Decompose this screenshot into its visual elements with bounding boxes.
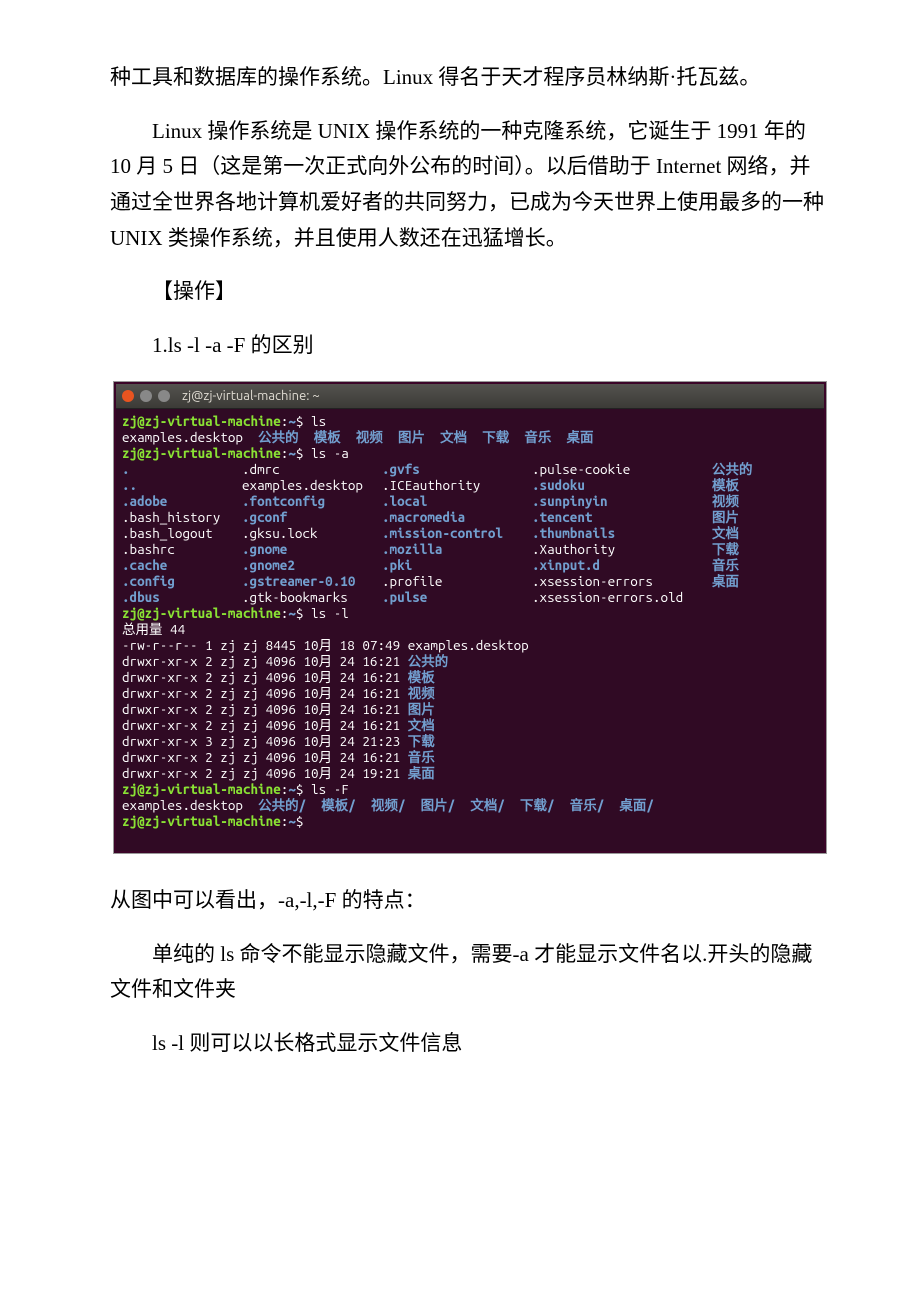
file: .ICEauthority	[382, 477, 532, 493]
dir: .gstreamer-0.10	[242, 573, 382, 589]
dir: .gvfs	[382, 461, 532, 477]
lsl-row: drwxr-xr-x 2 zj zj 4096 10月 24 16:21 文档	[122, 717, 435, 733]
dir: .mozilla	[382, 541, 532, 557]
lsl-row: drwxr-xr-x 2 zj zj 4096 10月 24 19:21 桌面	[122, 765, 435, 781]
dir: 桌面	[712, 573, 739, 589]
terminal-window: zj@zj-virtual-machine: ~ zj@zj-virtual-m…	[114, 382, 826, 853]
dir: 桌面	[566, 429, 593, 445]
file: .dmrc	[242, 461, 382, 477]
dir: 公共的	[712, 461, 753, 477]
dir: 模板/	[321, 797, 356, 813]
lsl-row: drwxr-xr-x 2 zj zj 4096 10月 24 16:21 音乐	[122, 749, 435, 765]
prompt-user: zj@zj-virtual-machine	[122, 413, 281, 429]
file: .xsession-errors.old	[532, 589, 712, 605]
dir: 音乐	[712, 557, 739, 573]
terminal-title: zj@zj-virtual-machine: ~	[182, 388, 320, 404]
terminal-titlebar: zj@zj-virtual-machine: ~	[116, 384, 824, 409]
dir: .dbus	[122, 589, 242, 605]
dir: 下载	[482, 429, 509, 445]
dir: 视频	[712, 493, 739, 509]
dir: 视频	[356, 429, 383, 445]
dir: .mission-control	[382, 525, 532, 541]
dir: .config	[122, 573, 242, 589]
dir: .cache	[122, 557, 242, 573]
dir: .pulse	[382, 589, 532, 605]
dir: .adobe	[122, 493, 242, 509]
maximize-icon	[158, 390, 170, 402]
dir: 图片/	[421, 797, 456, 813]
dir: 图片	[712, 509, 739, 525]
terminal-screenshot: zj@zj-virtual-machine: ~ zj@zj-virtual-m…	[110, 382, 830, 853]
file: .bash_history	[122, 509, 242, 525]
close-icon	[122, 390, 134, 402]
paragraph: 种工具和数据库的操作系统。Linux 得名于天才程序员林纳斯·托瓦兹。	[110, 60, 830, 96]
dir: .	[122, 461, 242, 477]
document-page: 种工具和数据库的操作系统。Linux 得名于天才程序员林纳斯·托瓦兹。 Linu…	[0, 0, 920, 1140]
file: examples.desktop	[122, 429, 243, 445]
lsl-row: drwxr-xr-x 3 zj zj 4096 10月 24 21:23 下载	[122, 733, 435, 749]
dir: 音乐	[524, 429, 551, 445]
command: ls -l	[311, 605, 349, 621]
paragraph: Linux 操作系统是 UNIX 操作系统的一种克隆系统，它诞生于 1991 年…	[110, 114, 830, 257]
file: .xsession-errors	[532, 573, 712, 589]
command: ls	[311, 413, 326, 429]
dir: 桌面/	[619, 797, 654, 813]
lsl-row: drwxr-xr-x 2 zj zj 4096 10月 24 16:21 公共的	[122, 653, 448, 669]
lsl-row: -rw-r--r-- 1 zj zj 8445 10月 18 07:49 exa…	[122, 637, 529, 653]
prompt-path: ~	[288, 413, 296, 429]
dir: 图片	[398, 429, 425, 445]
section-heading: 【操作】	[110, 274, 830, 310]
lsl-row: drwxr-xr-x 2 zj zj 4096 10月 24 16:21 模板	[122, 669, 435, 685]
dir: .pki	[382, 557, 532, 573]
dir: .sunpinyin	[532, 493, 712, 509]
dir: 下载	[712, 541, 739, 557]
dir: 模板	[712, 477, 739, 493]
lsl-row: drwxr-xr-x 2 zj zj 4096 10月 24 16:21 视频	[122, 685, 435, 701]
file: .profile	[382, 573, 532, 589]
dir: 文档	[712, 525, 739, 541]
total-line: 总用量 44	[122, 621, 185, 637]
command: ls -F	[311, 781, 349, 797]
dir: .gnome	[242, 541, 382, 557]
dir: .macromedia	[382, 509, 532, 525]
dir: 视频/	[371, 797, 406, 813]
dir: .tencent	[532, 509, 712, 525]
dir: .gconf	[242, 509, 382, 525]
file: .gtk-bookmarks	[242, 589, 382, 605]
dir: .fontconfig	[242, 493, 382, 509]
file: .pulse-cookie	[532, 461, 712, 477]
dir: 模板	[314, 429, 341, 445]
paragraph: 单纯的 ls 命令不能显示隐藏文件，需要-a 才能显示文件名以.开头的隐藏文件和…	[110, 937, 830, 1008]
file: .gksu.lock	[242, 525, 382, 541]
dir: .thumbnails	[532, 525, 712, 541]
minimize-icon	[140, 390, 152, 402]
dir: 音乐/	[570, 797, 605, 813]
paragraph: ls -l 则可以以长格式显示文件信息	[110, 1026, 830, 1062]
dir: 下载/	[520, 797, 555, 813]
dir: .xinput.d	[532, 557, 712, 573]
file: .bashrc	[122, 541, 242, 557]
dir: .gnome2	[242, 557, 382, 573]
dir: 文档	[440, 429, 467, 445]
dir: 公共的/	[258, 797, 306, 813]
dir: .sudoku	[532, 477, 712, 493]
lsl-row: drwxr-xr-x 2 zj zj 4096 10月 24 16:21 图片	[122, 701, 435, 717]
file: .Xauthority	[532, 541, 712, 557]
list-item: 1.ls -l -a -F 的区别	[110, 328, 830, 364]
command: ls -a	[311, 445, 349, 461]
dir: ..	[122, 477, 242, 493]
dir: .local	[382, 493, 532, 509]
paragraph: 从图中可以看出，-a,-l,-F 的特点：	[110, 883, 830, 919]
file: examples.desktop	[122, 797, 243, 813]
dir: 公共的	[258, 429, 299, 445]
dir: 文档/	[470, 797, 505, 813]
file: .bash_logout	[122, 525, 242, 541]
terminal-body: zj@zj-virtual-machine:~$ ls examples.des…	[116, 409, 824, 851]
file: examples.desktop	[242, 477, 382, 493]
